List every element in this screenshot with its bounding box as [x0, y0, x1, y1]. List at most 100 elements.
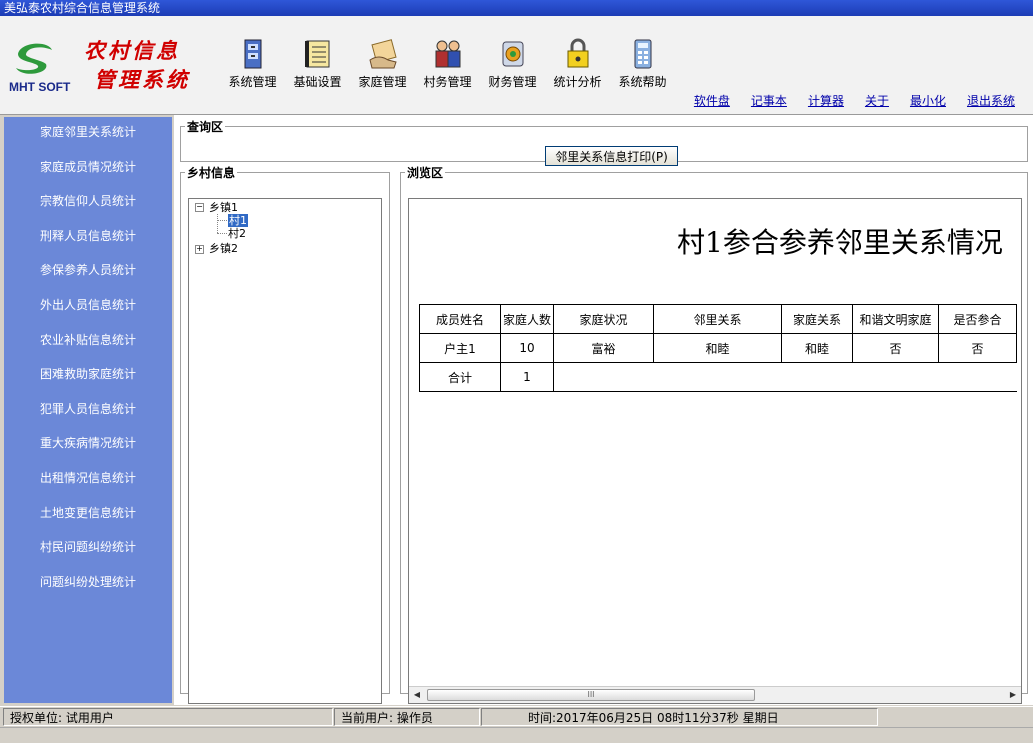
sidebar-item-dispute-handling[interactable]: 问题纠纷处理统计 — [4, 567, 172, 602]
tree-line — [217, 220, 227, 221]
village-tree[interactable]: − 乡镇1 村1 村2 + 乡镇2 — [188, 198, 382, 704]
tree-node-town1[interactable]: 乡镇1 — [209, 201, 238, 214]
table-cell: 富裕 — [553, 333, 654, 363]
sidebar-item-insurance[interactable]: 参保参养人员统计 — [4, 255, 172, 290]
total-value: 1 — [500, 362, 554, 392]
toolbar-family-management-button[interactable]: 家庭管理 — [350, 34, 415, 90]
column-header: 和谐文明家庭 — [852, 304, 939, 334]
sidebar-item-land-changes[interactable]: 土地变更信息统计 — [4, 498, 172, 533]
toolbar-village-affairs-button[interactable]: 村务管理 — [415, 34, 480, 90]
toolbar-system-management-button[interactable]: 系统管理 — [220, 34, 285, 90]
preview-legend: 浏览区 — [407, 166, 444, 180]
column-header: 是否参合 — [938, 304, 1017, 334]
tree-node-village2[interactable]: 村2 — [228, 227, 246, 240]
status-unit: 授权单位: 试用用户 — [3, 708, 333, 726]
toolbar-statistics-button[interactable]: 统计分析 — [545, 34, 610, 90]
column-header: 家庭人数 — [500, 304, 554, 334]
table-row: 户主1 10 富裕 和睦 和睦 否 否 — [419, 333, 1017, 363]
link-about[interactable]: 关于 — [865, 92, 889, 109]
toolbar-finance-management-button[interactable]: 财务管理 — [480, 34, 545, 90]
table-cell: 否 — [852, 333, 939, 363]
table-cell: 否 — [938, 333, 1017, 363]
scroll-thumb[interactable]: III — [427, 689, 755, 701]
status-user: 当前用户: 操作员 — [334, 708, 480, 726]
notebook-icon — [304, 40, 329, 68]
sidebar-item-criminals[interactable]: 犯罪人员信息统计 — [4, 394, 172, 429]
toolbar-label: 基础设置 — [293, 75, 342, 89]
query-legend: 查询区 — [187, 120, 224, 134]
report-title: 村1参合参养邻里关系情况 — [677, 226, 1003, 259]
toolbar-label: 家庭管理 — [358, 75, 407, 89]
status-time: 时间:2017年06月25日 08时11分37秒 星期日 — [481, 708, 878, 726]
toolbar-label: 系统帮助 — [618, 75, 667, 89]
village-panel: 乡村信息 − 乡镇1 村1 村2 + 乡镇2 — [180, 164, 390, 704]
toolbar-label: 统计分析 — [553, 75, 602, 89]
sidebar-item-migrants[interactable]: 外出人员信息统计 — [4, 290, 172, 325]
tree-line — [217, 233, 227, 234]
preview-panel: 浏览区 村1参合参养邻里关系情况 成员姓名 家庭人数 家庭状况 邻里关系 家庭关… — [400, 164, 1028, 704]
toolbar-label: 系统管理 — [228, 75, 277, 89]
link-soft-keyboard[interactable]: 软件盘 — [694, 92, 730, 109]
sidebar-item-rentals[interactable]: 出租情况信息统计 — [4, 463, 172, 498]
tree-node-town2[interactable]: 乡镇2 — [209, 242, 238, 255]
sidebar-item-subsidies[interactable]: 农业补贴信息统计 — [4, 325, 172, 360]
tree-line — [217, 214, 218, 233]
horizontal-scrollbar[interactable]: ◀ III ▶ — [409, 686, 1021, 703]
logo-text: MHT SOFT — [9, 80, 71, 94]
folder-hand-icon — [368, 39, 397, 69]
report-table: 成员姓名 家庭人数 家庭状况 邻里关系 家庭关系 和谐文明家庭 是否参合 户主1… — [419, 304, 1017, 392]
sidebar-item-poor-families[interactable]: 困难救助家庭统计 — [4, 359, 172, 394]
window-title: 美弘泰农村综合信息管理系统 — [4, 1, 161, 15]
sidebar: 家庭邻里关系统计 家庭成员情况统计 宗教信仰人员统计 刑释人员信息统计 参保参养… — [4, 117, 172, 703]
status-unit-label: 授权单位: — [10, 711, 63, 725]
village-legend: 乡村信息 — [187, 166, 236, 180]
query-panel: 查询区 邻里关系信息打印(P) — [180, 118, 1028, 166]
column-header: 家庭关系 — [781, 304, 853, 334]
money-bag-icon — [502, 41, 523, 67]
brand-line-1: 农村信息 — [84, 38, 180, 63]
toolbar-help-button[interactable]: 系统帮助 — [610, 34, 675, 90]
toolbar-basic-settings-button[interactable]: 基础设置 — [285, 34, 350, 90]
scroll-right-icon[interactable]: ▶ — [1005, 687, 1021, 703]
sidebar-item-released-prisoners[interactable]: 刑释人员信息统计 — [4, 221, 172, 256]
sidebar-item-family-members[interactable]: 家庭成员情况统计 — [4, 152, 172, 187]
status-user-label: 当前用户: — [341, 711, 394, 725]
lock-chart-icon — [567, 38, 588, 68]
table-cell-empty — [553, 362, 1017, 392]
column-header: 家庭状况 — [553, 304, 654, 334]
table-cell: 10 — [500, 333, 554, 363]
link-minimize[interactable]: 最小化 — [910, 92, 946, 109]
mht-logo-icon — [16, 43, 52, 74]
tree-node-village1[interactable]: 村1 — [228, 214, 248, 227]
sidebar-item-religion[interactable]: 宗教信仰人员统计 — [4, 186, 172, 221]
status-time-value: 2017年06月25日 08时11分37秒 星期日 — [556, 711, 779, 725]
column-header: 邻里关系 — [653, 304, 782, 334]
collapse-icon[interactable]: − — [195, 203, 204, 212]
brand-line-2: 管理系统 — [94, 67, 190, 92]
app-header: MHT SOFT 农村信息 管理系统 系统管理 基础设置 家庭管理 村务管理 财… — [0, 16, 1033, 115]
table-total-row: 合计 1 — [419, 362, 1017, 392]
scroll-left-icon[interactable]: ◀ — [409, 687, 425, 703]
status-time-label: 时间: — [528, 711, 557, 725]
link-calculator[interactable]: 计算器 — [808, 92, 844, 109]
link-exit[interactable]: 退出系统 — [967, 92, 1015, 109]
sidebar-item-major-illness[interactable]: 重大疾病情况统计 — [4, 428, 172, 463]
calculator-icon — [634, 39, 651, 69]
toolbar-label: 村务管理 — [423, 75, 472, 89]
total-label: 合计 — [419, 362, 501, 392]
table-cell: 户主1 — [419, 333, 501, 363]
expand-icon[interactable]: + — [195, 245, 204, 254]
sidebar-item-neighbor-relations[interactable]: 家庭邻里关系统计 — [4, 117, 172, 152]
logo: MHT SOFT — [6, 36, 76, 94]
status-unit-value: 试用用户 — [65, 711, 114, 725]
status-bar: 授权单位: 试用用户 当前用户: 操作员 时间:2017年06月25日 08时1… — [0, 706, 1033, 727]
sidebar-item-disputes[interactable]: 村民问题纠纷统计 — [4, 532, 172, 567]
column-header: 成员姓名 — [419, 304, 501, 334]
print-button[interactable]: 邻里关系信息打印(P) — [545, 146, 678, 166]
report-viewer: 村1参合参养邻里关系情况 成员姓名 家庭人数 家庭状况 邻里关系 家庭关系 和谐… — [408, 198, 1022, 704]
link-notepad[interactable]: 记事本 — [751, 92, 787, 109]
bottom-strip — [0, 727, 1033, 743]
table-header-row: 成员姓名 家庭人数 家庭状况 邻里关系 家庭关系 和谐文明家庭 是否参合 — [419, 304, 1017, 334]
file-cabinet-icon — [244, 39, 261, 69]
main-toolbar: 系统管理 基础设置 家庭管理 村务管理 财务管理 统计分析 系统帮助 — [220, 34, 675, 90]
